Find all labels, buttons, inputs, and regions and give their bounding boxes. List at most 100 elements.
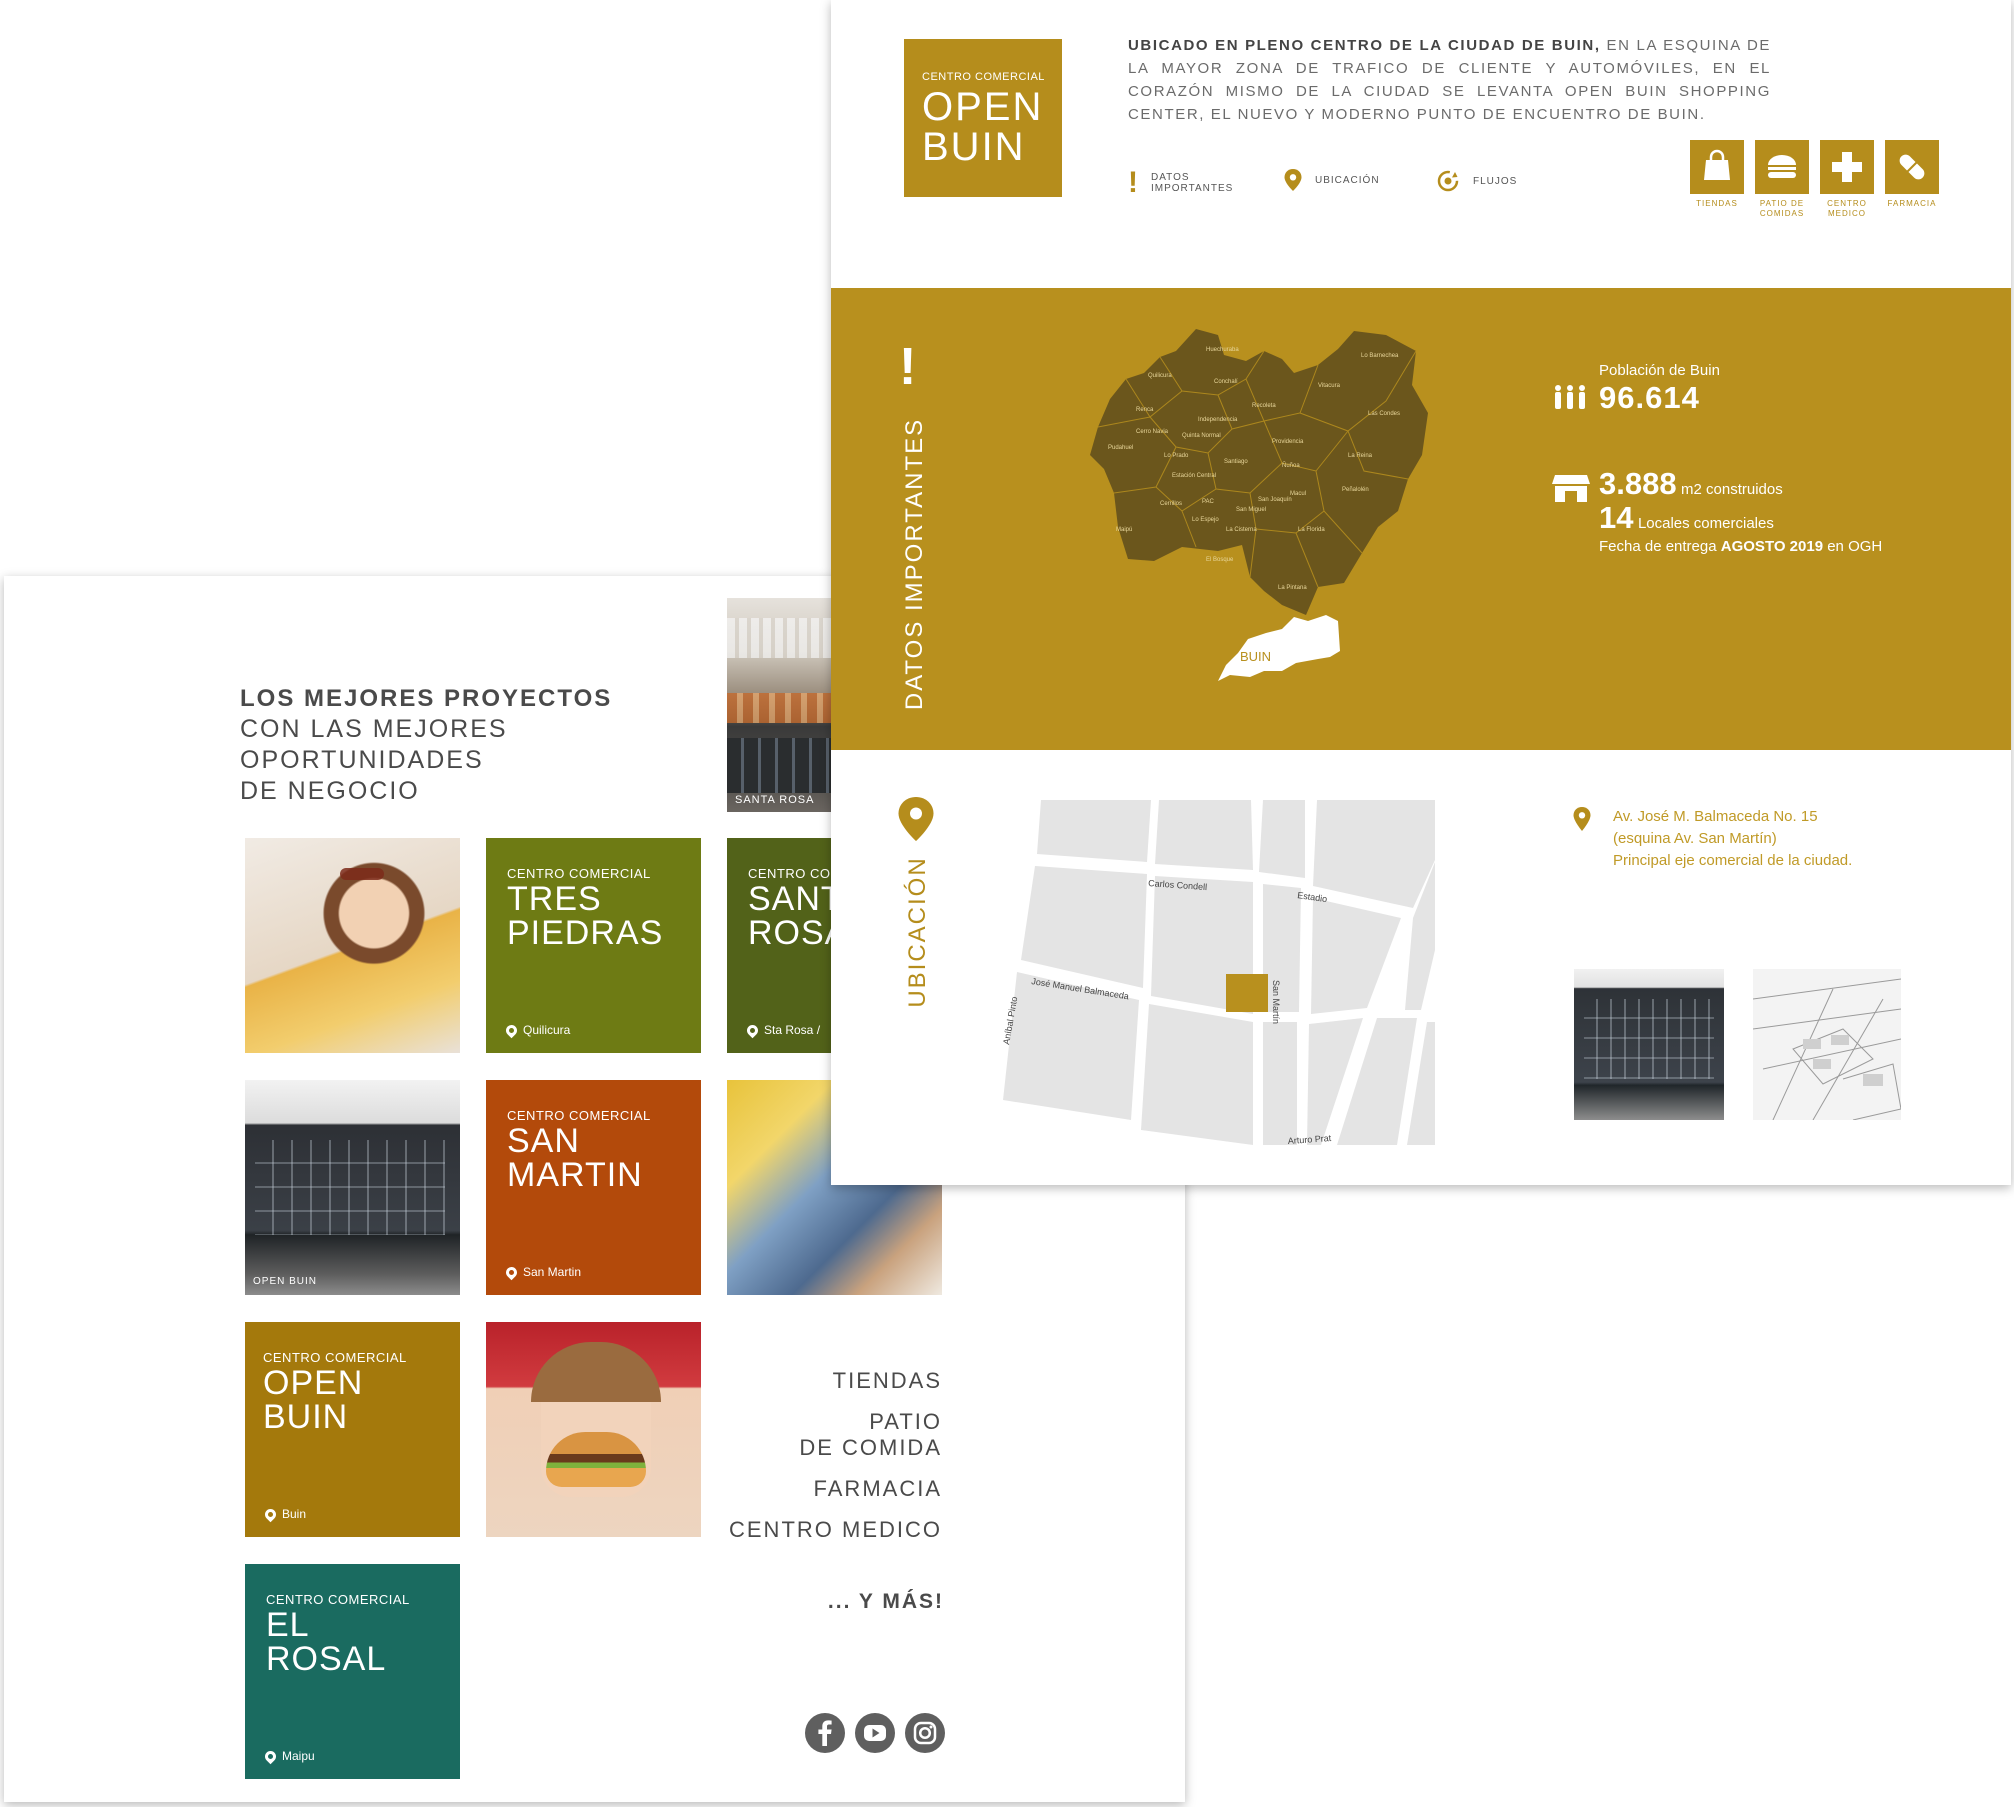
services-menu: TIENDAS PATIO DE COMIDA FARMACIA CENTRO …: [700, 1368, 942, 1548]
location-pin-icon: [1573, 807, 1591, 831]
street-label: Arturo Prat: [1287, 1133, 1332, 1145]
tile-santa-rosa[interactable]: CENTRO CO SANTROSA Sta Rosa /: [727, 838, 837, 1053]
interior-sketch-thumbnail[interactable]: [1753, 969, 1901, 1120]
tile-kicker: CENTRO COMERCIAL: [507, 866, 651, 881]
fecha-bold: AGOSTO 2019: [1720, 538, 1824, 555]
fecha-prefix: Fecha de entrega: [1599, 538, 1717, 555]
commune-label: Providencia: [1272, 439, 1304, 445]
girl-burger-photo: [486, 1322, 701, 1537]
service-label-line: CENTRO: [1827, 199, 1867, 208]
commune-label: Maipú: [1116, 527, 1132, 533]
facebook-icon[interactable]: [805, 1713, 845, 1753]
store-icon: [1552, 475, 1590, 502]
tile-place: Quilicura: [523, 1023, 571, 1037]
commune-label: La Reina: [1348, 453, 1373, 459]
population-label: Población de Buin: [1599, 362, 1720, 379]
nav-datos-importantes[interactable]: ! DATOS IMPORTANTES: [1128, 168, 1233, 198]
service-label-line: FARMACIA: [1887, 199, 1937, 208]
location-pin-icon: [262, 1506, 279, 1522]
commune-label: Lo Prado: [1164, 453, 1189, 459]
menu-item-tiendas[interactable]: TIENDAS: [833, 1368, 942, 1394]
tile-open-buin[interactable]: CENTRO COMERCIAL OPEN BUIN Buin: [245, 1322, 460, 1537]
tile-name: PIEDRAS: [507, 914, 664, 952]
open-buin-logo: CENTRO COMERCIAL OPEN BUIN: [904, 39, 1062, 197]
back-headline: LOS MEJORES PROYECTOS CON LAS MEJORES OP…: [240, 684, 710, 807]
buin-map-label: BUIN: [1240, 649, 1271, 664]
menu-item-centro-medico[interactable]: CENTRO MEDICO: [729, 1517, 942, 1543]
commune-label: Ñuñoa: [1282, 462, 1300, 469]
menu-item-farmacia[interactable]: FARMACIA: [814, 1476, 942, 1502]
headline-line: DE NEGOCIO: [240, 777, 420, 805]
locales-value: 14: [1599, 500, 1634, 535]
tile-el-rosal[interactable]: CENTRO COMERCIAL EL ROSAL Maipu: [245, 1564, 460, 1779]
logo-kicker: CENTRO COMERCIAL: [922, 71, 1045, 83]
commune-label: Cerro Navia: [1136, 429, 1169, 435]
street-map: Carlos Condell Estadio José Manuel Balma…: [1001, 800, 1435, 1145]
commune-label: Lo Espejo: [1192, 517, 1219, 523]
tile-name: ROSA: [748, 914, 837, 952]
commune-label: Cerrillos: [1160, 501, 1182, 507]
m2-label: m2 construidos: [1681, 481, 1783, 498]
commune-label: Recoleta: [1252, 403, 1276, 409]
commune-label: Las Condes: [1368, 411, 1400, 417]
santiago-communes-map: Lo Barnechea Huechuraba Quilicura Concha…: [1090, 329, 1428, 681]
logo-line: BUIN: [922, 125, 1026, 169]
nav-label: UBICACIÓN: [1315, 174, 1380, 186]
location-pin-icon: [503, 1264, 520, 1280]
open-buin-lot-marker: [1226, 974, 1268, 1012]
tile-tres-piedras[interactable]: CENTRO COMERCIAL TRES PIEDRAS Quilicura: [486, 838, 701, 1053]
location-pin-icon: [744, 1022, 761, 1038]
exclamation-icon: !: [1128, 166, 1139, 199]
population-label-text: Población de Buin: [1599, 362, 1720, 379]
service-label-line: TIENDAS: [1696, 199, 1738, 208]
nav-flujos[interactable]: FLUJOS: [1435, 168, 1517, 194]
building-render-thumbnail[interactable]: [1574, 969, 1724, 1120]
commune-label: Macul: [1290, 491, 1306, 497]
intro-bold: UBICADO EN PLENO CENTRO DE LA CIUDAD DE …: [1128, 37, 1601, 54]
address-line: Principal eje comercial de la ciudad.: [1613, 852, 1853, 869]
fecha-entrega: Fecha de entrega AGOSTO 2019 en OGH: [1599, 538, 1882, 555]
commune-label: Quilicura: [1148, 373, 1172, 379]
instagram-icon[interactable]: [905, 1713, 945, 1753]
menu-item-de-comida[interactable]: DE COMIDA: [799, 1435, 942, 1461]
commune-label: Conchalí: [1214, 379, 1238, 385]
menu-item-patio[interactable]: PATIO: [869, 1409, 942, 1435]
service-label-line: MEDICO: [1828, 209, 1866, 218]
commune-label: PAC: [1202, 499, 1215, 505]
tile-san-martin[interactable]: CENTRO COMERCIAL SAN MARTIN San Martin: [486, 1080, 701, 1295]
commune-label: Vitacura: [1318, 383, 1341, 389]
commune-label: Pudahuel: [1108, 445, 1133, 451]
tile-kicker: CENTRO COMERCIAL: [263, 1350, 407, 1365]
tile-place: San Martin: [523, 1265, 582, 1279]
tile-name: EL: [266, 1606, 310, 1644]
burger-icon[interactable]: [1755, 140, 1809, 194]
location-pin-icon: [898, 797, 934, 841]
address-line: Av. José M. Balmaceda No. 15: [1613, 808, 1818, 825]
headline-line: CON LAS MEJORES: [240, 715, 508, 743]
service-label: PATIO DE COMIDAS: [1747, 199, 1817, 219]
population-value: 96.614: [1599, 380, 1700, 415]
medical-cross-icon[interactable]: [1820, 140, 1874, 194]
exclamation-icon: !: [899, 338, 917, 396]
tile-name: BUIN: [263, 1398, 349, 1436]
building-caption: OPEN BUIN: [253, 1276, 318, 1287]
flow-cycle-icon: [1437, 170, 1459, 192]
tile-kicker: CENTRO COMERCIAL: [507, 1108, 651, 1123]
service-label-line: PATIO DE: [1759, 199, 1805, 208]
commune-label: Huechuraba: [1206, 347, 1239, 353]
santa-rosa-photo: SANTA ROSA: [727, 598, 837, 812]
commune-label: Renca: [1136, 407, 1154, 413]
commune-label: Independencia: [1198, 417, 1238, 423]
locales-stat: 14 Locales comerciales: [1599, 500, 1774, 536]
tile-name: ROSAL: [266, 1640, 387, 1678]
intro-paragraph: UBICADO EN PLENO CENTRO DE LA CIUDAD DE …: [1128, 34, 1771, 126]
commune-label: San Joaquín: [1258, 497, 1292, 503]
shopping-bag-icon[interactable]: [1690, 140, 1744, 194]
youtube-icon[interactable]: [855, 1713, 895, 1753]
commune-label: Santiago: [1224, 459, 1248, 465]
tile-kicker: CENTRO COMERCIAL: [266, 1592, 410, 1607]
nav-ubicacion[interactable]: UBICACIÓN: [1283, 168, 1380, 192]
nav-label: DATOS: [1151, 172, 1190, 183]
commune-label: Quinta Normal: [1182, 433, 1221, 439]
pill-icon[interactable]: [1885, 140, 1939, 194]
